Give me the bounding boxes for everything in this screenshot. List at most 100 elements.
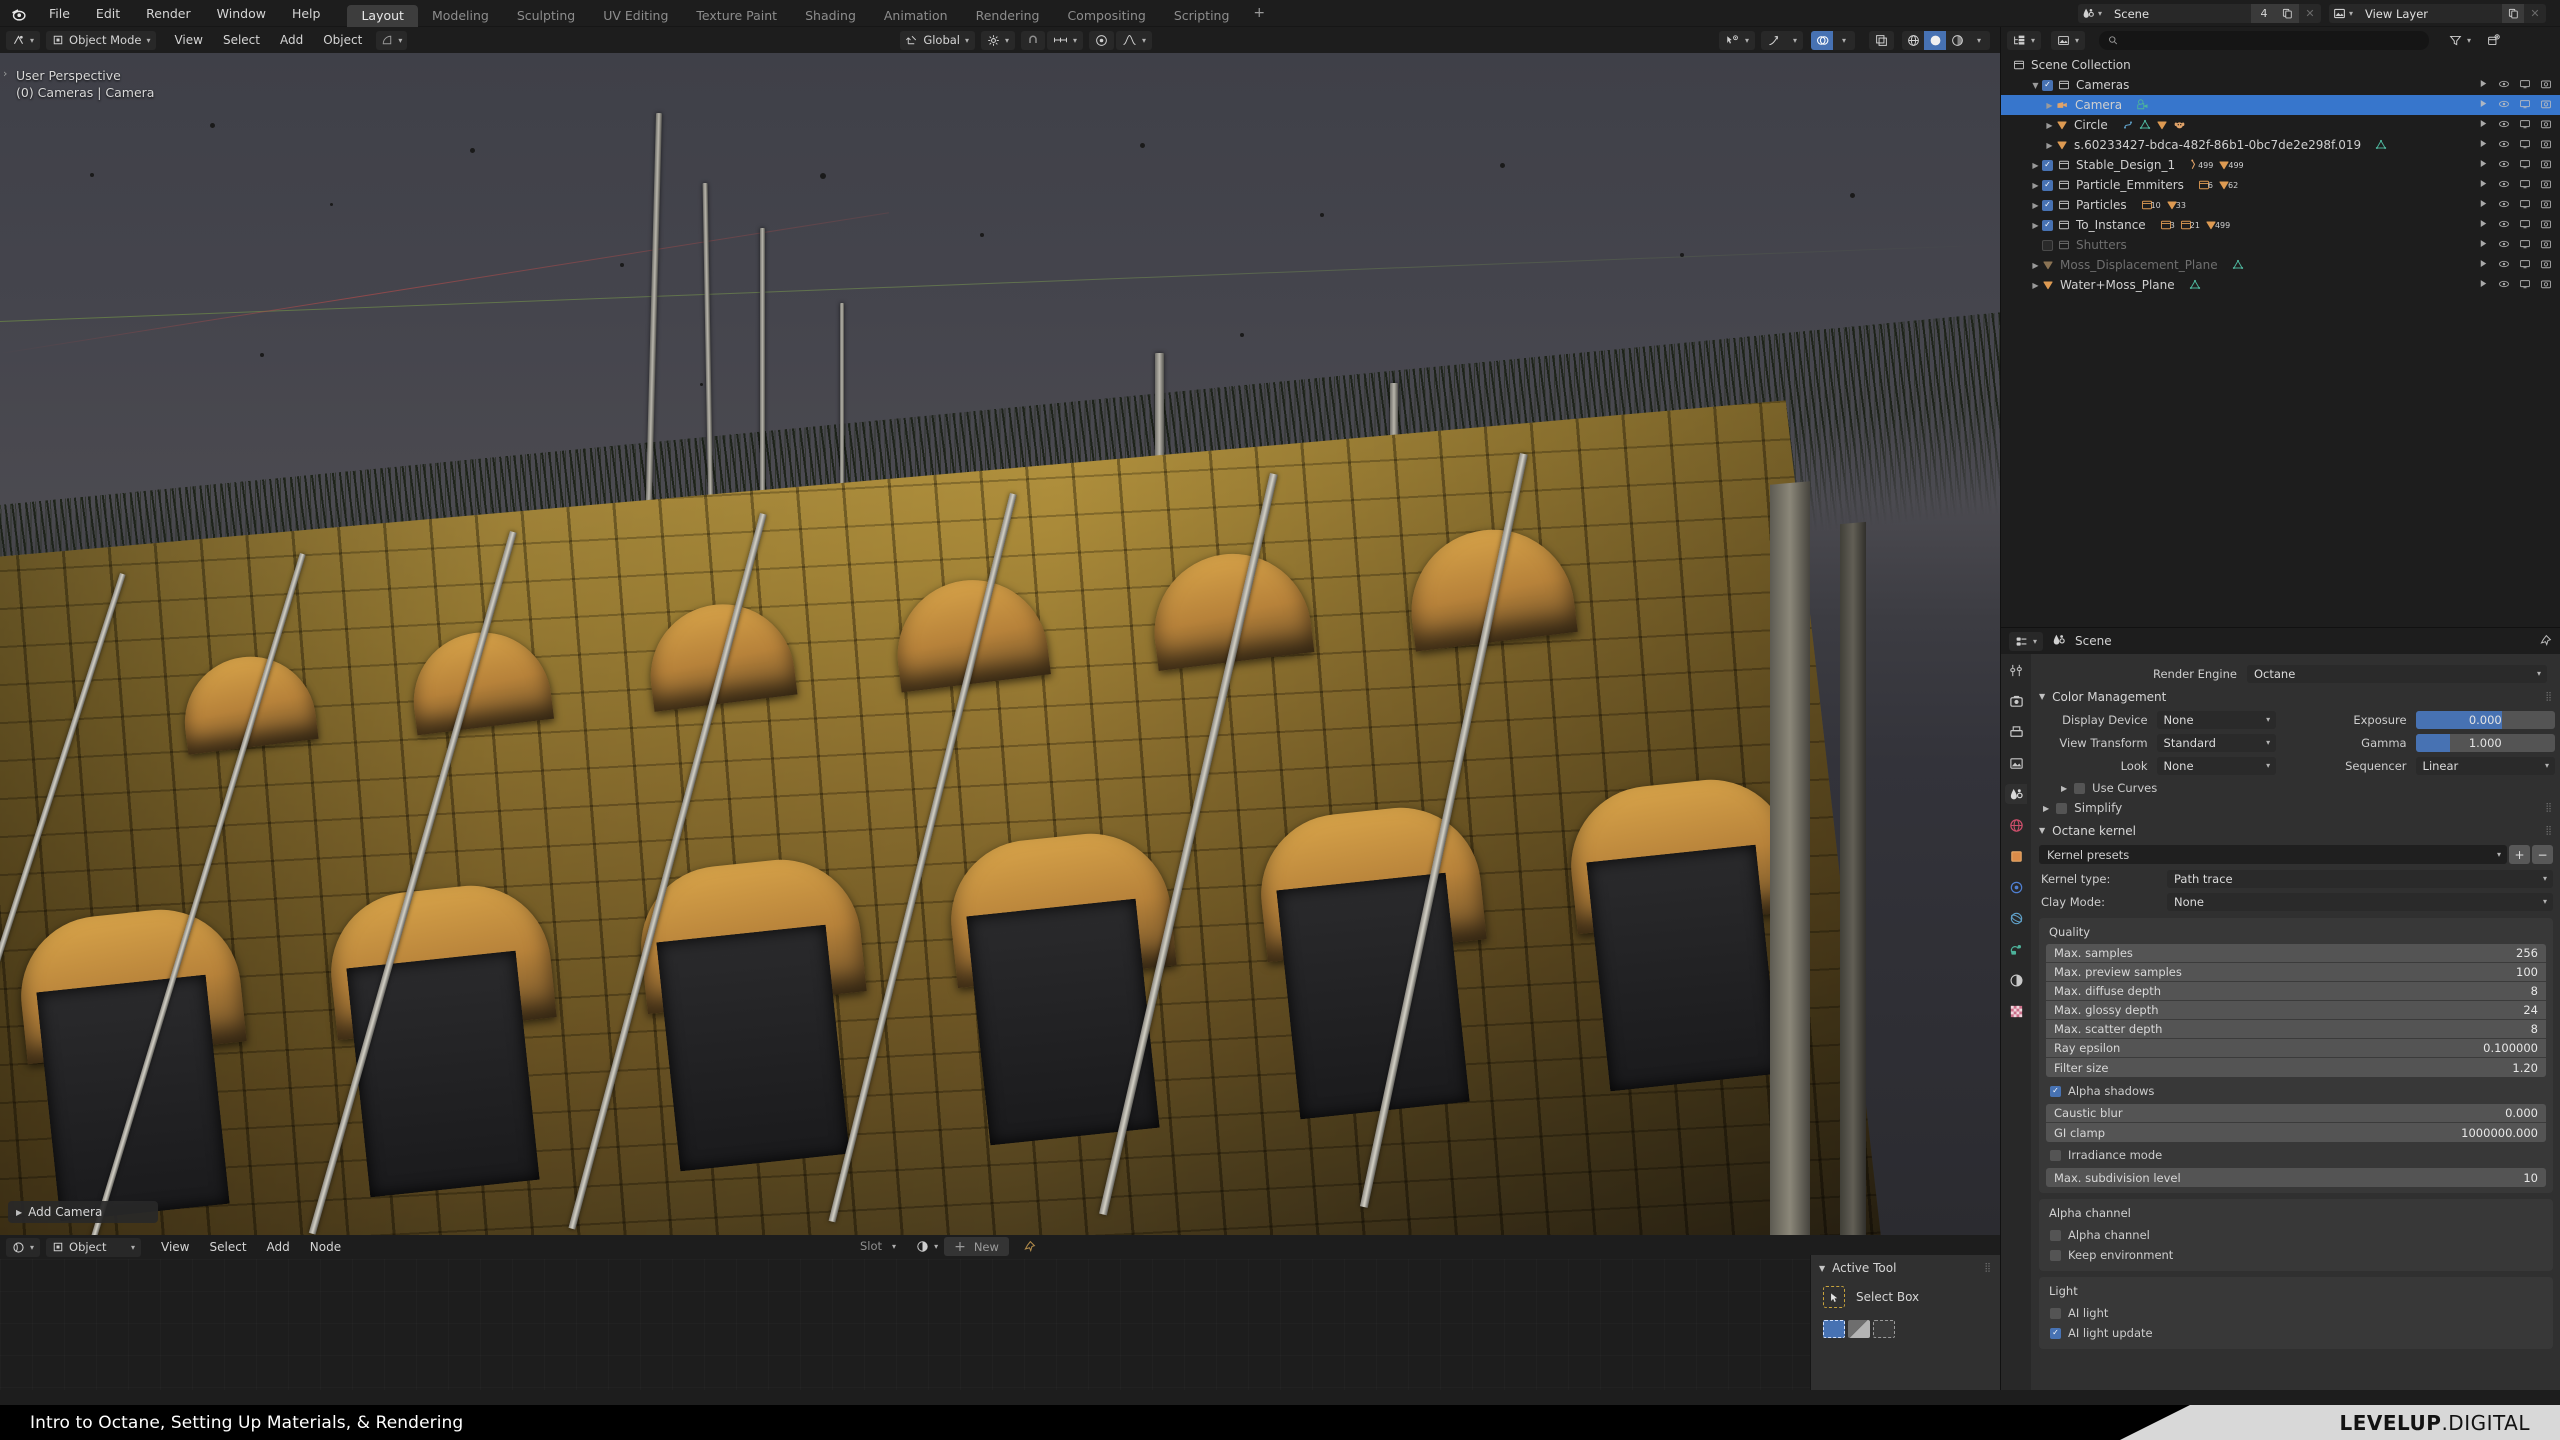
tab-material[interactable]	[2005, 970, 2027, 990]
display-device-dropdown[interactable]: None ▾	[2156, 710, 2277, 729]
add-preset-button[interactable]: +	[2509, 845, 2530, 864]
quality-row-max-diffuse-depth[interactable]: Max. diffuse depth 8	[2046, 982, 2546, 1001]
viewport-menu-view[interactable]: View	[164, 31, 212, 50]
shader-editor-canvas[interactable]	[0, 1259, 1810, 1405]
new-view-layer-button[interactable]	[2502, 4, 2524, 23]
disable-in-render-icon[interactable]	[2540, 78, 2552, 93]
view-transform-dropdown[interactable]: Standard ▾	[2156, 733, 2277, 752]
outliner-row-moss-displacement-plane[interactable]: ▶ Moss_Displacement_Plane	[2001, 255, 2560, 275]
alpha-shadows-row[interactable]: Alpha shadows	[2046, 1081, 2546, 1101]
view-layer-name-field[interactable]: View Layer	[2357, 4, 2502, 23]
shading-dropdown[interactable]: ▾	[1968, 30, 1990, 50]
max-subdivision-row[interactable]: Max. subdivision level 10	[2046, 1168, 2546, 1187]
hide-in-viewport-icon[interactable]	[2498, 178, 2510, 193]
tab-render[interactable]	[2005, 691, 2027, 711]
workspace-tab-animation[interactable]: Animation	[870, 5, 962, 27]
disable-in-render-icon[interactable]	[2540, 158, 2552, 173]
collapse-triangle-icon[interactable]: ▼	[1819, 1264, 1825, 1273]
menu-help[interactable]: Help	[279, 0, 334, 27]
workspace-tab-rendering[interactable]: Rendering	[962, 5, 1054, 27]
tab-object[interactable]	[2005, 846, 2027, 866]
filter-icon[interactable]	[2478, 138, 2489, 152]
material-preview-button[interactable]	[1946, 30, 1968, 50]
view-layer-icon[interactable]: ▾	[2328, 4, 2357, 23]
properties-pin-icon[interactable]	[2539, 632, 2552, 651]
collection-enable-checkbox[interactable]	[2042, 159, 2053, 171]
viewport-menu-select[interactable]: Select	[213, 31, 270, 50]
snap-increment-icon[interactable]: ▾	[1047, 30, 1084, 50]
disable-in-viewport-icon[interactable]	[2519, 238, 2531, 253]
disable-in-viewport-icon[interactable]	[2519, 198, 2531, 213]
disable-in-viewport-icon[interactable]	[2519, 278, 2531, 293]
expand-toggle-icon[interactable]: ▼	[2029, 81, 2042, 90]
viewport-menu-add[interactable]: Add	[270, 31, 313, 50]
drag-dots-icon[interactable]: ⣿	[2545, 826, 2553, 836]
disable-in-viewport-icon[interactable]	[2519, 118, 2531, 133]
outliner-row-camera[interactable]: ▶ Camera	[2001, 95, 2560, 115]
collapse-triangle-icon[interactable]: ▼	[2039, 826, 2045, 835]
outliner-filter-icon[interactable]: ▾	[2443, 31, 2477, 50]
outliner-row-particles[interactable]: ▶ Particles 10 33	[2001, 195, 2560, 215]
hide-in-viewport-icon[interactable]	[2498, 118, 2510, 133]
tool-variant-extend[interactable]	[1848, 1320, 1870, 1338]
disable-in-viewport-icon[interactable]	[2519, 78, 2531, 93]
filter-icon[interactable]	[2478, 218, 2489, 232]
solid-shading-button[interactable]	[1924, 30, 1946, 50]
tab-modifiers[interactable]	[2005, 877, 2027, 897]
tab-scene[interactable]	[2005, 784, 2027, 804]
drag-dots-icon[interactable]: ⣿	[2545, 692, 2553, 702]
use-curves-row[interactable]: ▶ Use Curves	[2031, 778, 2560, 798]
quality-row-max-glossy-depth[interactable]: Max. glossy depth 24	[2046, 1001, 2546, 1020]
outliner-row-s-60233427-bdca-482f-86b1-0bc7de2e298f-019[interactable]: ▶ s.60233427-bdca-482f-86b1-0bc7de2e298f.…	[2001, 135, 2560, 155]
ai-light-update-checkbox[interactable]	[2050, 1327, 2061, 1339]
outliner-editor-type-button[interactable]: ▾	[2007, 30, 2042, 50]
hide-in-viewport-icon[interactable]	[2498, 278, 2510, 293]
expand-triangle-icon[interactable]: ▶	[2061, 784, 2067, 793]
tab-world[interactable]	[2005, 815, 2027, 835]
disable-in-viewport-icon[interactable]	[2519, 138, 2531, 153]
outliner-row-circle[interactable]: ▶ Circle	[2001, 115, 2560, 135]
alpha-channel-checkbox[interactable]	[2050, 1229, 2061, 1241]
tab-physics[interactable]	[2005, 908, 2027, 928]
shader-menu-add[interactable]: Add	[257, 1238, 300, 1257]
outliner-row-stable-design-1[interactable]: ▶ Stable_Design_1 499 499	[2001, 155, 2560, 175]
hide-in-viewport-icon[interactable]	[2498, 238, 2510, 253]
alpha-channel-row[interactable]: Alpha channel	[2046, 1225, 2546, 1245]
snapping-toggle[interactable]: ▾	[981, 30, 1016, 50]
overlays-dropdown[interactable]: ▾	[1833, 30, 1855, 50]
filter-icon[interactable]	[2478, 278, 2489, 292]
tab-view-layer[interactable]	[2005, 753, 2027, 773]
outliner-row-cameras[interactable]: ▼ Cameras	[2001, 75, 2560, 95]
hide-in-viewport-icon[interactable]	[2498, 218, 2510, 233]
irradiance-mode-row[interactable]: Irradiance mode	[2046, 1145, 2546, 1165]
simplify-checkbox[interactable]	[2056, 802, 2068, 814]
tab-output[interactable]	[2005, 722, 2027, 742]
viewport-menu-object[interactable]: Object	[313, 31, 372, 50]
workspace-tab-compositing[interactable]: Compositing	[1053, 5, 1159, 27]
new-material-button[interactable]: + New	[944, 1237, 1009, 1256]
gizmo-toggle[interactable]: ▾	[1760, 30, 1803, 50]
tab-texture[interactable]	[2005, 1001, 2027, 1021]
properties-editor-type-button[interactable]: ▾	[2009, 631, 2044, 651]
disable-in-render-icon[interactable]	[2540, 138, 2552, 153]
disable-in-viewport-icon[interactable]	[2519, 258, 2531, 273]
hide-in-viewport-icon[interactable]	[2498, 198, 2510, 213]
xray-toggle[interactable]	[1869, 30, 1894, 50]
scene-icon[interactable]: ▾	[2077, 4, 2106, 23]
blender-logo-icon[interactable]	[0, 0, 36, 27]
expand-toggle-icon[interactable]: ▶	[2029, 181, 2042, 190]
active-tool-row[interactable]: Select Box	[1811, 1279, 2000, 1308]
filter-icon[interactable]	[2478, 158, 2489, 172]
filter-icon[interactable]	[2478, 238, 2489, 252]
hide-in-viewport-icon[interactable]	[2498, 258, 2510, 273]
active-tool-panel-header[interactable]: ▼ Active Tool ⣿	[1811, 1255, 2000, 1279]
remove-preset-button[interactable]: −	[2532, 845, 2553, 864]
outliner-row-shutters[interactable]: Shutters	[2001, 235, 2560, 255]
drag-dots-icon[interactable]: ⣿	[2545, 803, 2553, 813]
falloff-curve-icon[interactable]: ▾	[1116, 30, 1153, 50]
tab-object-data[interactable]	[2005, 939, 2027, 959]
filter-icon[interactable]	[2478, 78, 2489, 92]
object-mode-dropdown[interactable]: Object Mode ▾	[46, 30, 157, 50]
pin-icon[interactable]	[1017, 1237, 1042, 1256]
editor-type-button[interactable]: ▾	[6, 30, 41, 50]
